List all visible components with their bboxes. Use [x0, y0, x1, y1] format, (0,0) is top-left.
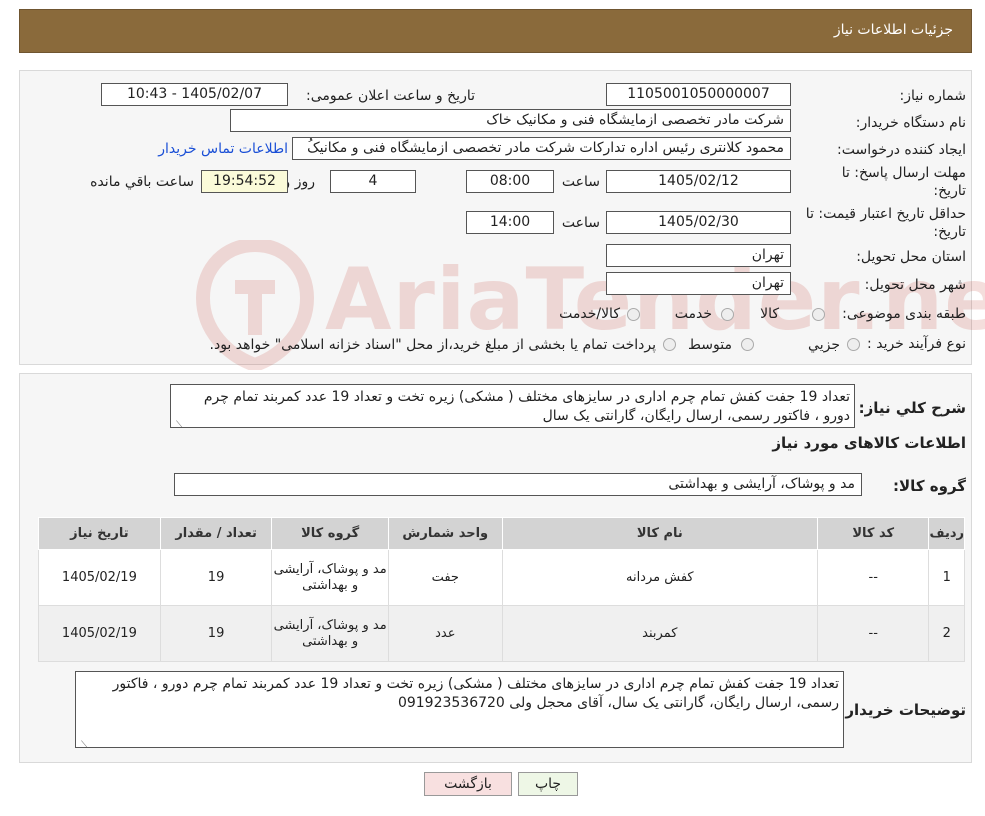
city-field: تهران	[606, 272, 791, 295]
treasury-note: پرداخت تمام یا بخشی از مبلغ خرید،از محل …	[209, 337, 656, 353]
treasury-checkbox[interactable]	[663, 338, 676, 351]
category-radio-service[interactable]	[721, 308, 734, 321]
goods-table-header: ردیف کد کالا نام کالا واحد شمارش گروه کا…	[38, 517, 965, 550]
buyer-notes-textarea[interactable]: تعداد 19 جفت کفش تمام چرم اداری در سایزه…	[75, 671, 844, 748]
deadline-time-label: ساعت	[561, 174, 600, 190]
buyer-org-field: شرکت مادر تخصصی ازمایشگاه فنی و مکانیک خ…	[230, 109, 791, 132]
category-option-goods: کالا	[760, 306, 779, 322]
days-label: روز و	[283, 174, 316, 190]
deadline-label-date: تاریخ:	[933, 183, 966, 199]
category-radio-goods[interactable]	[812, 308, 825, 321]
goods-group-label: گروه کالا:	[893, 477, 966, 495]
col-qty: تعداد / مقدار	[159, 517, 273, 550]
goods-table: ردیف کد کالا نام کالا واحد شمارش گروه کا…	[38, 517, 965, 662]
goods-section-title: اطلاعات کالاهای مورد نیاز	[772, 434, 966, 452]
category-option-service: خدمت	[674, 306, 712, 322]
back-button[interactable]: بازگشت	[424, 772, 512, 796]
requester-field: محمود کلانتری رئیس اداره تدارکات شرکت ما…	[292, 137, 791, 160]
category-radio-goods-service[interactable]	[627, 308, 640, 321]
col-row: ردیف	[928, 517, 965, 550]
process-radio-medium[interactable]	[741, 338, 754, 351]
page-title: جزئیات اطلاعات نیاز	[833, 22, 953, 38]
days-remaining-field: 4	[330, 170, 416, 193]
announce-datetime-field: 1405/02/07 - 10:43	[101, 83, 288, 106]
time-remaining-label: ساعت باقي مانده	[90, 174, 194, 190]
cell-name: کفش مردانه	[501, 549, 818, 606]
goods-group-field: مد و پوشاک، آرایشی و بهداشتی	[174, 473, 862, 496]
buyer-notes-text: تعداد 19 جفت کفش تمام چرم اداری در سایزه…	[112, 676, 839, 711]
resize-grip-icon[interactable]: ⟋	[78, 736, 88, 747]
process-option-medium: متوسط	[688, 337, 732, 353]
buyer-contact-link[interactable]: اطلاعات تماس خریدار	[158, 141, 288, 157]
cell-unit: عدد	[387, 605, 503, 662]
col-unit: واحد شمارش	[387, 517, 503, 550]
deadline-date-field: 1405/02/12	[606, 170, 791, 193]
city-label: شهر محل تحویل:	[864, 277, 966, 293]
buyer-org-label: نام دستگاه خریدار:	[855, 115, 966, 131]
col-name: نام کالا	[501, 517, 818, 550]
deadline-time-field: 08:00	[466, 170, 554, 193]
cell-group: مد و پوشاک، آرایشی و بهداشتی	[271, 605, 389, 662]
cell-date: 1405/02/19	[38, 549, 161, 606]
validity-date-field: 1405/02/30	[606, 211, 791, 234]
province-label: استان محل تحویل:	[856, 249, 966, 265]
page-header: جزئیات اطلاعات نیاز	[19, 9, 972, 53]
col-code: کد کالا	[816, 517, 930, 550]
validity-time-label: ساعت	[561, 215, 600, 231]
buyer-notes-label: توضیحات خریدار:	[839, 701, 966, 719]
announce-label: تاریخ و ساعت اعلان عمومی:	[306, 88, 475, 104]
process-option-minor: جزیي	[808, 337, 840, 353]
cell-unit: جفت	[387, 549, 503, 606]
process-radio-minor[interactable]	[847, 338, 860, 351]
col-group: گروه کالا	[271, 517, 389, 550]
process-type-label: نوع فرآیند خرید :	[867, 336, 966, 352]
description-textarea[interactable]: تعداد 19 جفت کفش تمام چرم اداری در سایزه…	[170, 384, 855, 428]
deadline-label: مهلت ارسال پاسخ: تا	[841, 165, 966, 181]
category-label: طبقه بندی موضوعی:	[842, 306, 966, 322]
price-validity-label-date: تاریخ:	[933, 224, 966, 240]
print-button[interactable]: چاپ	[518, 772, 578, 796]
cell-row: 2	[928, 605, 965, 662]
need-number-label: شماره نیاز:	[899, 88, 967, 104]
description-label: شرح كلي نياز:	[858, 399, 966, 417]
col-date: تاریخ نیاز	[38, 517, 161, 550]
province-field: تهران	[606, 244, 791, 267]
description-text: تعداد 19 جفت کفش تمام چرم اداری در سایزه…	[203, 389, 850, 424]
cell-row: 1	[928, 549, 965, 606]
cell-code: --	[816, 549, 930, 606]
cell-qty: 19	[159, 549, 273, 606]
validity-time-field: 14:00	[466, 211, 554, 234]
table-row: 2 -- کمربند عدد مد و پوشاک، آرایشی و بهد…	[38, 605, 965, 662]
cell-name: کمربند	[501, 605, 818, 662]
category-option-goods-service: کالا/خدمت	[559, 306, 620, 322]
cell-group: مد و پوشاک، آرایشی و بهداشتی	[271, 549, 389, 606]
cell-qty: 19	[159, 605, 273, 662]
time-remaining-field: 19:54:52	[201, 170, 288, 193]
requester-label: ایجاد کننده درخواست:	[837, 142, 966, 158]
need-number-field: 1105001050000007	[606, 83, 791, 106]
price-validity-label: حداقل تاریخ اعتبار قیمت: تا	[805, 206, 966, 222]
table-row: 1 -- کفش مردانه جفت مد و پوشاک، آرایشی و…	[38, 549, 965, 606]
resize-grip-icon[interactable]: ⟋	[173, 416, 183, 427]
cell-code: --	[816, 605, 930, 662]
cell-date: 1405/02/19	[38, 605, 161, 662]
